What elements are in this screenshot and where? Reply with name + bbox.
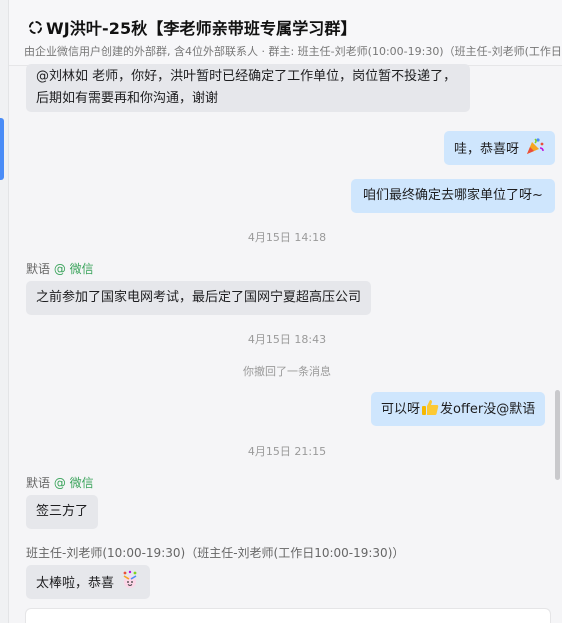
message-text: @刘林如 老师，你好，洪叶暂时已经确定了工作单位，岗位暂不投递了， xyxy=(36,69,457,84)
message-input-area[interactable] xyxy=(25,608,551,623)
scrollbar-thumb[interactable] xyxy=(555,390,560,480)
recall-notice: 你撤回了一条消息 xyxy=(243,365,331,378)
sender-display-name: 默语 xyxy=(26,262,51,276)
chat-title: WJ洪叶-25秋【李老师亲带班专属学习群】 xyxy=(46,19,357,38)
message-list[interactable]: @刘林如 老师，你好，洪叶暂时已经确定了工作单位，岗位暂不投递了， 后期如有需要… xyxy=(9,64,562,623)
message-text: 签三方了 xyxy=(36,504,89,519)
sender-name: 班主任-刘老师(10:00-19:30)（班主任-刘老师(工作日10:00-19… xyxy=(26,544,404,561)
message-bubble-outgoing[interactable]: 可以呀 发offer没@默语 xyxy=(371,392,546,426)
sender-display-name: 默语 xyxy=(26,476,51,490)
message-text: 太棒啦，恭喜 xyxy=(36,576,115,591)
selected-conversation-indicator xyxy=(0,118,4,180)
message-bubble-incoming[interactable]: 签三方了 xyxy=(26,495,99,529)
message-text: 后期如有需要再和你沟通，谢谢 xyxy=(36,91,219,106)
timestamp: 4月15日 21:15 xyxy=(247,445,327,458)
message-text: 可以呀 xyxy=(381,402,421,417)
party-popper-emoji xyxy=(527,138,544,154)
message-bubble-incoming[interactable]: @刘林如 老师，你好，洪叶暂时已经确定了工作单位，岗位暂不投递了， 后期如有需要… xyxy=(26,64,470,112)
sender-platform: @ 微信 xyxy=(53,262,94,276)
message-text: 之前参加了国家电网考试，最后定了国网宁夏超高压公司 xyxy=(36,290,362,305)
message-bubble-incoming[interactable]: 之前参加了国家电网考试，最后定了国网宁夏超高压公司 xyxy=(26,281,372,315)
timestamp: 4月15日 14:18 xyxy=(247,231,327,244)
group-chat-icon xyxy=(28,20,43,34)
sender-platform: @ 微信 xyxy=(53,476,94,490)
message-bubble-incoming[interactable]: 太棒啦，恭喜 xyxy=(26,565,151,599)
sender-display-name: 班主任-刘老师(10:00-19:30)（班主任-刘老师(工作日10:00-19… xyxy=(26,546,405,560)
conversation-list-edge xyxy=(0,0,9,623)
thumbs-up-emoji xyxy=(422,400,439,415)
chat-title-row[interactable]: WJ洪叶-25秋【李老师亲带班专属学习群】 xyxy=(28,15,357,39)
message-bubble-outgoing[interactable]: 哇，恭喜呀 xyxy=(444,131,556,165)
chat-subtitle: 由企业微信用户创建的外部群, 含4位外部联系人 · 群主: 班主任-刘老师(10… xyxy=(24,45,562,58)
sender-name: 默语 @ 微信 xyxy=(26,260,94,277)
message-text: 哇，恭喜呀 xyxy=(454,142,520,157)
celebration-emoji xyxy=(123,570,137,588)
timestamp: 4月15日 18:43 xyxy=(247,333,327,346)
message-text: 发offer没@默语 xyxy=(440,402,536,417)
sender-name: 默语 @ 微信 xyxy=(26,474,94,491)
message-text: 咱们最终确定去哪家单位了呀~ xyxy=(363,188,543,203)
chat-header: WJ洪叶-25秋【李老师亲带班专属学习群】 由企业微信用户创建的外部群, 含4位… xyxy=(9,0,562,66)
message-bubble-outgoing[interactable]: 咱们最终确定去哪家单位了呀~ xyxy=(351,179,555,213)
